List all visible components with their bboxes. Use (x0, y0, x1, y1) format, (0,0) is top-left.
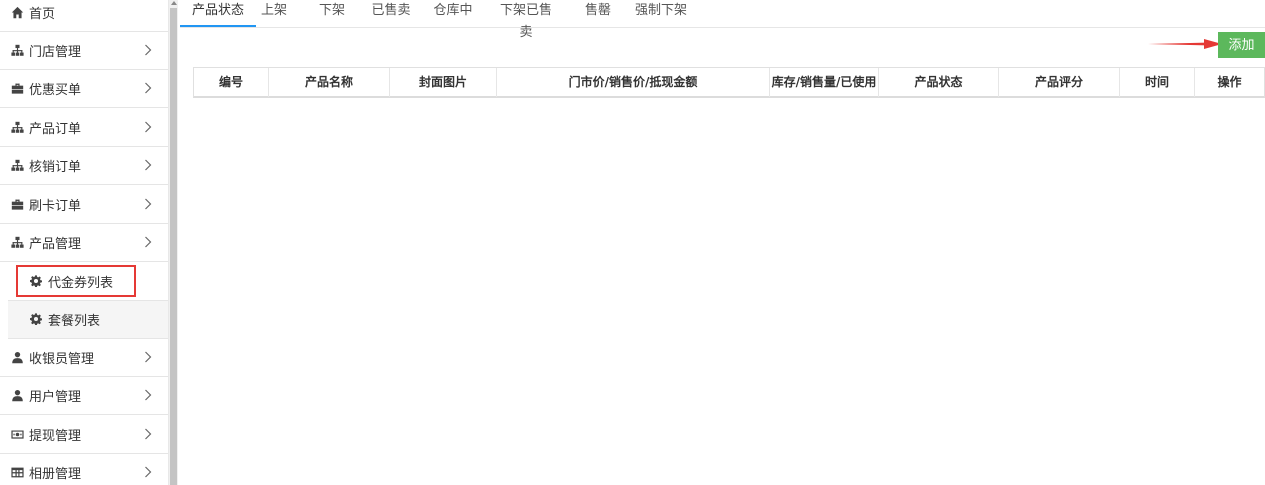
sidebar-item-label: 产品订单 (29, 122, 82, 137)
sidebar-item-verification-orders[interactable]: 核销订单 (0, 147, 168, 185)
sidebar-item-withdrawal-management[interactable]: 提现管理 (0, 416, 168, 454)
sidebar: 首页 门店管理 优惠买单 产品订单 核销订单 刷卡订单 产品管理 代金券列表 套… (0, 0, 169, 485)
sidebar-item-product-orders[interactable]: 产品订单 (0, 109, 168, 147)
add-button[interactable]: 添加 (1218, 32, 1265, 58)
scrollbar-thumb[interactable] (170, 8, 177, 485)
sidebar-scrollbar[interactable] (169, 0, 178, 485)
tab-listed[interactable]: 上架 (256, 0, 292, 26)
table-header-cover-image: 封面图片 (390, 68, 497, 97)
tab-sold-out[interactable]: 售罄 (580, 0, 616, 26)
product-table: 编号 产品名称 封面图片 门市价/销售价/抵现金额 库存/销售量/已使用 产品状… (193, 67, 1265, 98)
chevron-right-icon (144, 198, 152, 212)
money-icon (10, 428, 24, 442)
sitemap-icon (10, 121, 24, 135)
chevron-right-icon (144, 428, 152, 442)
sidebar-item-card-orders[interactable]: 刷卡订单 (0, 186, 168, 224)
user-icon (10, 389, 24, 403)
sidebar-subitem-package-list[interactable]: 套餐列表 (8, 301, 168, 339)
sidebar-item-label: 核销订单 (29, 160, 82, 175)
sidebar-item-label: 首页 (29, 7, 56, 22)
sidebar-item-label: 提现管理 (29, 429, 82, 444)
annotation-arrow-icon (1148, 39, 1222, 49)
sidebar-item-album-management[interactable]: 相册管理 (0, 454, 168, 485)
chevron-right-icon (144, 351, 152, 365)
briefcase-icon (10, 82, 24, 96)
chevron-right-icon (144, 389, 152, 403)
table-icon (10, 466, 24, 480)
table-header-product-status: 产品状态 (879, 68, 999, 97)
gear-icon (30, 313, 43, 326)
sitemap-icon (10, 159, 24, 173)
chevron-right-icon (144, 236, 152, 250)
main-content: 产品状态 上架 下架 已售卖 仓库中 下架已售卖 售罄 强制下架 添加 编号 产… (180, 0, 1265, 485)
tab-product-status[interactable]: 产品状态 (180, 0, 256, 27)
table-header-time: 时间 (1120, 68, 1195, 97)
tab-unlisted-sold[interactable]: 下架已售卖 (494, 0, 558, 40)
sidebar-subitem-label: 套餐列表 (48, 314, 101, 329)
sidebar-item-home[interactable]: 首页 (0, 0, 168, 32)
table-header-actions: 操作 (1217, 75, 1242, 89)
briefcase-icon (10, 198, 24, 212)
sidebar-item-label: 用户管理 (29, 390, 82, 405)
table-header-stock: 库存/销售量/已使用 (770, 68, 879, 97)
sidebar-item-label: 刷卡订单 (29, 199, 82, 214)
tab-forced-unlisted[interactable]: 强制下架 (633, 0, 689, 26)
sidebar-item-label: 优惠买单 (29, 83, 82, 98)
chevron-right-icon (144, 159, 152, 173)
table-header-product-rating: 产品评分 (999, 68, 1120, 97)
gear-icon (30, 275, 43, 288)
sidebar-item-label: 收银员管理 (29, 352, 95, 367)
chevron-right-icon (144, 44, 152, 58)
chevron-right-icon (144, 82, 152, 96)
sitemap-icon (10, 44, 24, 58)
home-icon (10, 6, 24, 20)
chevron-right-icon (144, 121, 152, 135)
sidebar-item-label: 相册管理 (29, 467, 82, 482)
sidebar-item-store-management[interactable]: 门店管理 (0, 32, 168, 70)
sidebar-subitem-label: 代金券列表 (48, 276, 114, 291)
sitemap-icon (10, 236, 24, 250)
sidebar-item-label: 产品管理 (29, 237, 82, 252)
table-header-price: 门市价/销售价/抵现金额 (497, 68, 770, 97)
table-header-id: 编号 (194, 68, 269, 97)
user-icon (10, 351, 24, 365)
tab-bar: 产品状态 上架 下架 已售卖 仓库中 下架已售卖 售罄 强制下架 (180, 0, 1265, 40)
sidebar-item-product-management[interactable]: 产品管理 (0, 224, 168, 262)
tab-in-warehouse[interactable]: 仓库中 (429, 0, 477, 26)
sidebar-item-label: 门店管理 (29, 45, 82, 60)
scroll-up-icon[interactable] (171, 1, 177, 5)
table-header-product-name: 产品名称 (269, 68, 390, 97)
chevron-right-icon (144, 466, 152, 480)
sidebar-item-cashier-management[interactable]: 收银员管理 (0, 339, 168, 377)
sidebar-item-discount-checkout[interactable]: 优惠买单 (0, 70, 168, 108)
tab-unlisted[interactable]: 下架 (314, 0, 350, 26)
sidebar-item-user-management[interactable]: 用户管理 (0, 377, 168, 415)
sidebar-subitem-voucher-list[interactable]: 代金券列表 (8, 263, 168, 301)
tab-sold[interactable]: 已售卖 (367, 0, 415, 26)
